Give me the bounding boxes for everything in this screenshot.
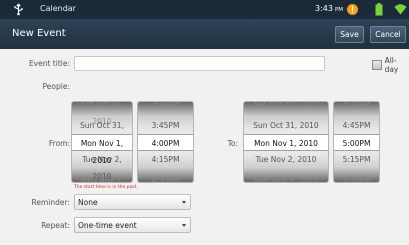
cancel-button[interactable]: Cancel xyxy=(370,26,406,43)
wifi-icon xyxy=(394,4,407,15)
wheel-item[interactable]: Tue Nov 2, 2010 xyxy=(244,151,328,168)
usb-icon xyxy=(14,3,23,16)
event-title-input[interactable] xyxy=(74,56,325,71)
to-date-wheel[interactable]: Sat Oct 30, 2010 Sun Oct 31, 2010 Mon No… xyxy=(243,101,329,183)
wheel-item[interactable]: 4:45PM xyxy=(334,117,379,134)
repeat-select[interactable]: One-time event xyxy=(74,217,191,233)
to-time-wheel[interactable]: 4:30PM 4:45PM 5:00PM 5:15PM 5:30PM xyxy=(333,101,380,183)
wheel-item[interactable]: Sun Oct 31, 2010 xyxy=(72,117,132,147)
wheel-item[interactable]: 4:30PM xyxy=(138,172,193,182)
to-label: To: xyxy=(227,139,238,148)
repeat-value: One-time event xyxy=(78,221,137,230)
all-day-checkbox[interactable]: All-day xyxy=(372,56,409,74)
wheel-item[interactable]: Wed Nov 3, 2010 xyxy=(244,172,328,182)
wheel-item[interactable]: 5:15PM xyxy=(334,151,379,168)
wheel-item[interactable]: 3:30PM xyxy=(138,102,193,113)
wheel-item[interactable]: 3:45PM xyxy=(138,117,193,134)
wheel-item[interactable]: 5:30PM xyxy=(334,172,379,182)
from-time-wheel[interactable]: 3:30PM 3:45PM 4:00PM 4:15PM 4:30PM xyxy=(137,101,194,183)
from-label: From: xyxy=(48,139,70,148)
repeat-label: Repeat: xyxy=(41,221,70,230)
wheel-item[interactable]: 4:30PM xyxy=(334,102,379,113)
wheel-item-selected[interactable]: 5:00PM xyxy=(334,134,379,151)
wheel-item[interactable]: Sun Oct 31, 2010 xyxy=(244,117,328,134)
wheel-item[interactable]: Wed Nov 3, 2010 xyxy=(72,172,132,182)
reminder-value: None xyxy=(78,198,98,207)
wheel-item[interactable]: Tue Nov 2, 2010 xyxy=(72,151,132,181)
save-button[interactable]: Save xyxy=(335,26,364,43)
chevron-down-icon xyxy=(182,224,186,227)
start-time-error: The start time is in the past. xyxy=(74,185,138,190)
title-bar: New Event Save Cancel xyxy=(0,19,409,49)
wheel-item-selected[interactable]: 4:00PM xyxy=(138,134,193,151)
battery-icon xyxy=(375,3,383,16)
wheel-item[interactable]: Sat Oct 30, 2010 xyxy=(244,102,328,113)
page-title: New Event xyxy=(12,28,66,39)
wheel-item[interactable]: Sat Oct 30, 2010 xyxy=(72,102,132,126)
people-label: People: xyxy=(42,82,70,91)
event-title-label: Event title: xyxy=(28,59,70,68)
wheel-item-selected[interactable]: Mon Nov 1, 2010 xyxy=(72,134,132,165)
all-day-label: All-day xyxy=(384,56,399,74)
reminder-select[interactable]: None xyxy=(74,194,191,210)
app-name: Calendar xyxy=(40,4,76,13)
clock: 3:43 PM xyxy=(315,4,344,13)
wheel-item-selected[interactable]: Mon Nov 1, 2010 xyxy=(244,134,328,151)
notification-icon[interactable] xyxy=(346,3,359,16)
wheel-item[interactable]: 4:15PM xyxy=(138,151,193,168)
status-bar: Calendar 3:43 PM xyxy=(0,0,409,19)
chevron-down-icon xyxy=(182,201,186,204)
reminder-label: Reminder: xyxy=(31,198,71,207)
from-date-wheel[interactable]: Sat Oct 30, 2010 Sun Oct 31, 2010 Mon No… xyxy=(71,101,133,183)
checkbox-box[interactable] xyxy=(372,60,382,70)
